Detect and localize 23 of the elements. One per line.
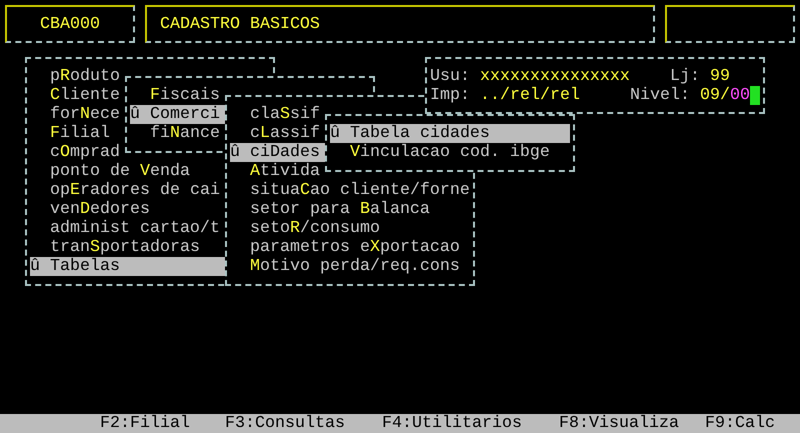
store-label: Lj: [669, 67, 700, 86]
text-cursor [750, 86, 760, 105]
menu-item[interactable]: setoR/consumo [230, 219, 470, 238]
user-value: xxxxxxxxxxxxxxx [480, 67, 630, 86]
screen-code: CBA000 [40, 14, 100, 34]
user-label: Usu: [430, 67, 470, 86]
menu-item[interactable]: parametros eXportacao [230, 238, 470, 257]
printer-path: ../rel/rel [480, 86, 580, 105]
function-key[interactable]: F9:Calc [705, 414, 800, 433]
menu-item[interactable]: û Tabela cidades [330, 124, 570, 143]
screen-title: CADASTRO BASICOS [160, 14, 320, 34]
store-value: 99 [710, 67, 730, 86]
function-key[interactable]: F4:Utilitarios [382, 414, 559, 433]
menu-item[interactable]: setor para Balanca [230, 200, 470, 219]
menu-item[interactable]: Vinculacao cod. ibge [330, 143, 570, 162]
printer-label: Imp: [430, 86, 470, 105]
menu-item[interactable]: situaCao cliente/forne [230, 181, 470, 200]
function-key[interactable]: F8:Visualiza [559, 414, 705, 433]
level-value: 09/ [700, 86, 730, 105]
function-key[interactable]: F3:Consultas [225, 414, 382, 433]
function-key[interactable]: F2:Filial [100, 414, 225, 433]
level-suffix: 00 [730, 86, 750, 105]
level-label: Nivel: [630, 86, 690, 105]
